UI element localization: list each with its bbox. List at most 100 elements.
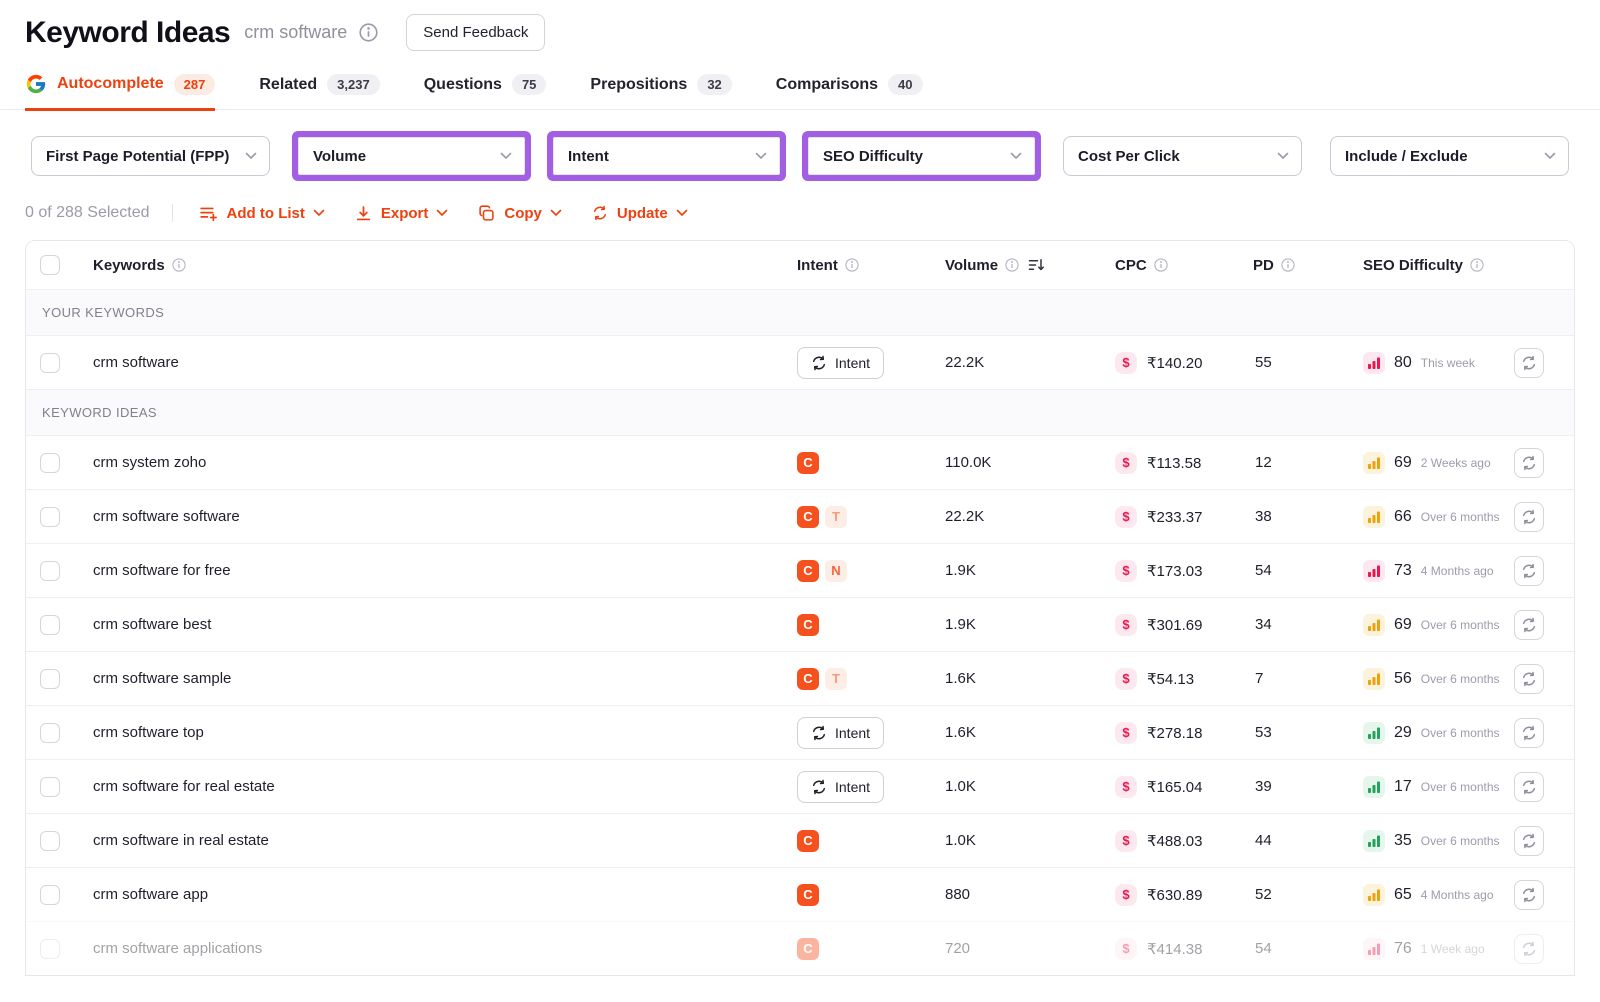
bulk-actions-toolbar: 0 of 288 Selected Add to ListExportCopyU… (0, 204, 1600, 222)
cpc-value: ₹140.20 (1147, 354, 1202, 372)
intent-button[interactable]: Intent (797, 771, 884, 803)
sort-desc-icon[interactable] (1028, 258, 1045, 272)
row-checkbox[interactable] (40, 507, 60, 527)
intent-button[interactable]: Intent (797, 717, 884, 749)
filter-volume[interactable]: Volume (298, 137, 525, 175)
col-intent: Intent (797, 257, 838, 274)
row-checkbox[interactable] (40, 723, 60, 743)
refresh-metrics-button[interactable] (1514, 664, 1544, 694)
info-icon[interactable] (1281, 258, 1295, 272)
intent-badge-t: T (825, 668, 847, 690)
row-checkbox[interactable] (40, 831, 60, 851)
keyword-cell[interactable]: crm software for real estate (81, 778, 797, 795)
refresh-metrics-button[interactable] (1514, 718, 1544, 748)
keyword-cell[interactable]: crm software for free (81, 562, 797, 579)
dollar-icon[interactable]: $ (1115, 452, 1137, 474)
pd-value: 54 (1247, 562, 1357, 579)
refresh-metrics-button[interactable] (1514, 826, 1544, 856)
row-checkbox[interactable] (40, 939, 60, 959)
row-checkbox[interactable] (40, 777, 60, 797)
seo-updated-label: 4 Months ago (1421, 564, 1494, 578)
filter-first-page-potential-fpp[interactable]: First Page Potential (FPP) (31, 136, 270, 176)
select-all-checkbox[interactable] (40, 255, 60, 275)
cpc-cell: $ ₹165.04 (1107, 776, 1247, 798)
copy-button[interactable]: Copy (478, 205, 562, 222)
cpc-cell: $ ₹488.03 (1107, 830, 1247, 852)
filter-label: Intent (568, 148, 609, 165)
row-checkbox[interactable] (40, 669, 60, 689)
dollar-icon[interactable]: $ (1115, 722, 1137, 744)
refresh-metrics-button[interactable] (1514, 348, 1544, 378)
keyword-cell[interactable]: crm software sample (81, 670, 797, 687)
row-checkbox[interactable] (40, 615, 60, 635)
row-checkbox[interactable] (40, 561, 60, 581)
dollar-icon[interactable]: $ (1115, 884, 1137, 906)
update-button[interactable]: Update (592, 205, 688, 222)
row-checkbox[interactable] (40, 353, 60, 373)
seo-score: 76 (1394, 940, 1412, 958)
dollar-icon[interactable]: $ (1115, 668, 1137, 690)
dollar-icon[interactable]: $ (1115, 352, 1137, 374)
refresh-metrics-button[interactable] (1514, 556, 1544, 586)
info-icon[interactable] (1470, 258, 1484, 272)
keyword-cell[interactable]: crm software best (81, 616, 797, 633)
refresh-metrics-button[interactable] (1514, 448, 1544, 478)
filter-seo-difficulty[interactable]: SEO Difficulty (808, 137, 1035, 175)
dollar-icon[interactable]: $ (1115, 560, 1137, 582)
intent-button[interactable]: Intent (797, 347, 884, 379)
export-button[interactable]: Export (355, 205, 449, 222)
info-icon[interactable] (1005, 258, 1019, 272)
row-checkbox[interactable] (40, 453, 60, 473)
refresh-metrics-button[interactable] (1514, 610, 1544, 640)
col-keywords: Keywords (93, 257, 165, 274)
table-header-row: Keywords Intent Volume CPC PD SEO Diffic… (26, 241, 1574, 289)
tab-questions[interactable]: Questions 75 (424, 74, 547, 111)
chevron-down-icon (436, 209, 448, 217)
refresh-metrics-button[interactable] (1514, 880, 1544, 910)
tab-related[interactable]: Related3,237 (259, 74, 379, 111)
send-feedback-button[interactable]: Send Feedback (406, 14, 545, 51)
table-row: crm software applications C 720 $ ₹414.3… (26, 921, 1574, 975)
keyword-cell[interactable]: crm system zoho (81, 454, 797, 471)
dollar-icon[interactable]: $ (1115, 614, 1137, 636)
refresh-metrics-button[interactable] (1514, 934, 1544, 964)
tab-label: Questions (424, 76, 502, 94)
tab-count-badge: 75 (512, 74, 546, 95)
dollar-icon[interactable]: $ (1115, 506, 1137, 528)
info-icon[interactable] (845, 258, 859, 272)
dollar-icon[interactable]: $ (1115, 776, 1137, 798)
toolbar-button-label: Add to List (227, 205, 305, 222)
volume-value: 720 (945, 940, 1107, 957)
cpc-value: ₹630.89 (1147, 886, 1202, 904)
filter-intent[interactable]: Intent (553, 137, 780, 175)
difficulty-chart-icon (1363, 884, 1385, 906)
keyword-cell[interactable]: crm software app (81, 886, 797, 903)
dollar-icon[interactable]: $ (1115, 830, 1137, 852)
seo-difficulty-cell: 76 1 Week ago (1357, 938, 1514, 960)
row-checkbox[interactable] (40, 885, 60, 905)
seo-score: 80 (1394, 354, 1412, 372)
keyword-cell[interactable]: crm software top (81, 724, 797, 741)
tab-prepositions[interactable]: Prepositions32 (590, 74, 731, 111)
tab-comparisons[interactable]: Comparisons40 (776, 74, 923, 111)
info-icon[interactable] (1154, 258, 1168, 272)
seo-score: 17 (1394, 778, 1412, 796)
info-icon[interactable] (172, 258, 186, 272)
tab-label: Related (259, 76, 317, 94)
refresh-metrics-button[interactable] (1514, 772, 1544, 802)
keyword-cell[interactable]: crm software (81, 354, 797, 371)
tab-bar: Autocomplete287 Related3,237 Questions 75 Pr… (0, 73, 1600, 110)
tab-autocomplete[interactable]: Autocomplete287 (25, 73, 215, 111)
intent-button-label: Intent (835, 355, 870, 371)
keyword-cell[interactable]: crm software in real estate (81, 832, 797, 849)
add-to-list-button[interactable]: Add to List (199, 205, 325, 222)
keyword-cell[interactable]: crm software applications (81, 940, 797, 957)
refresh-metrics-button[interactable] (1514, 502, 1544, 532)
dollar-icon[interactable]: $ (1115, 938, 1137, 960)
tab-count-badge: 32 (697, 74, 731, 95)
filter-cost-per-click[interactable]: Cost Per Click (1063, 136, 1302, 176)
filter-include-exclude[interactable]: Include / Exclude (1330, 136, 1569, 176)
info-icon[interactable] (359, 23, 378, 42)
keyword-cell[interactable]: crm software software (81, 508, 797, 525)
cpc-cell: $ ₹54.13 (1107, 668, 1247, 690)
